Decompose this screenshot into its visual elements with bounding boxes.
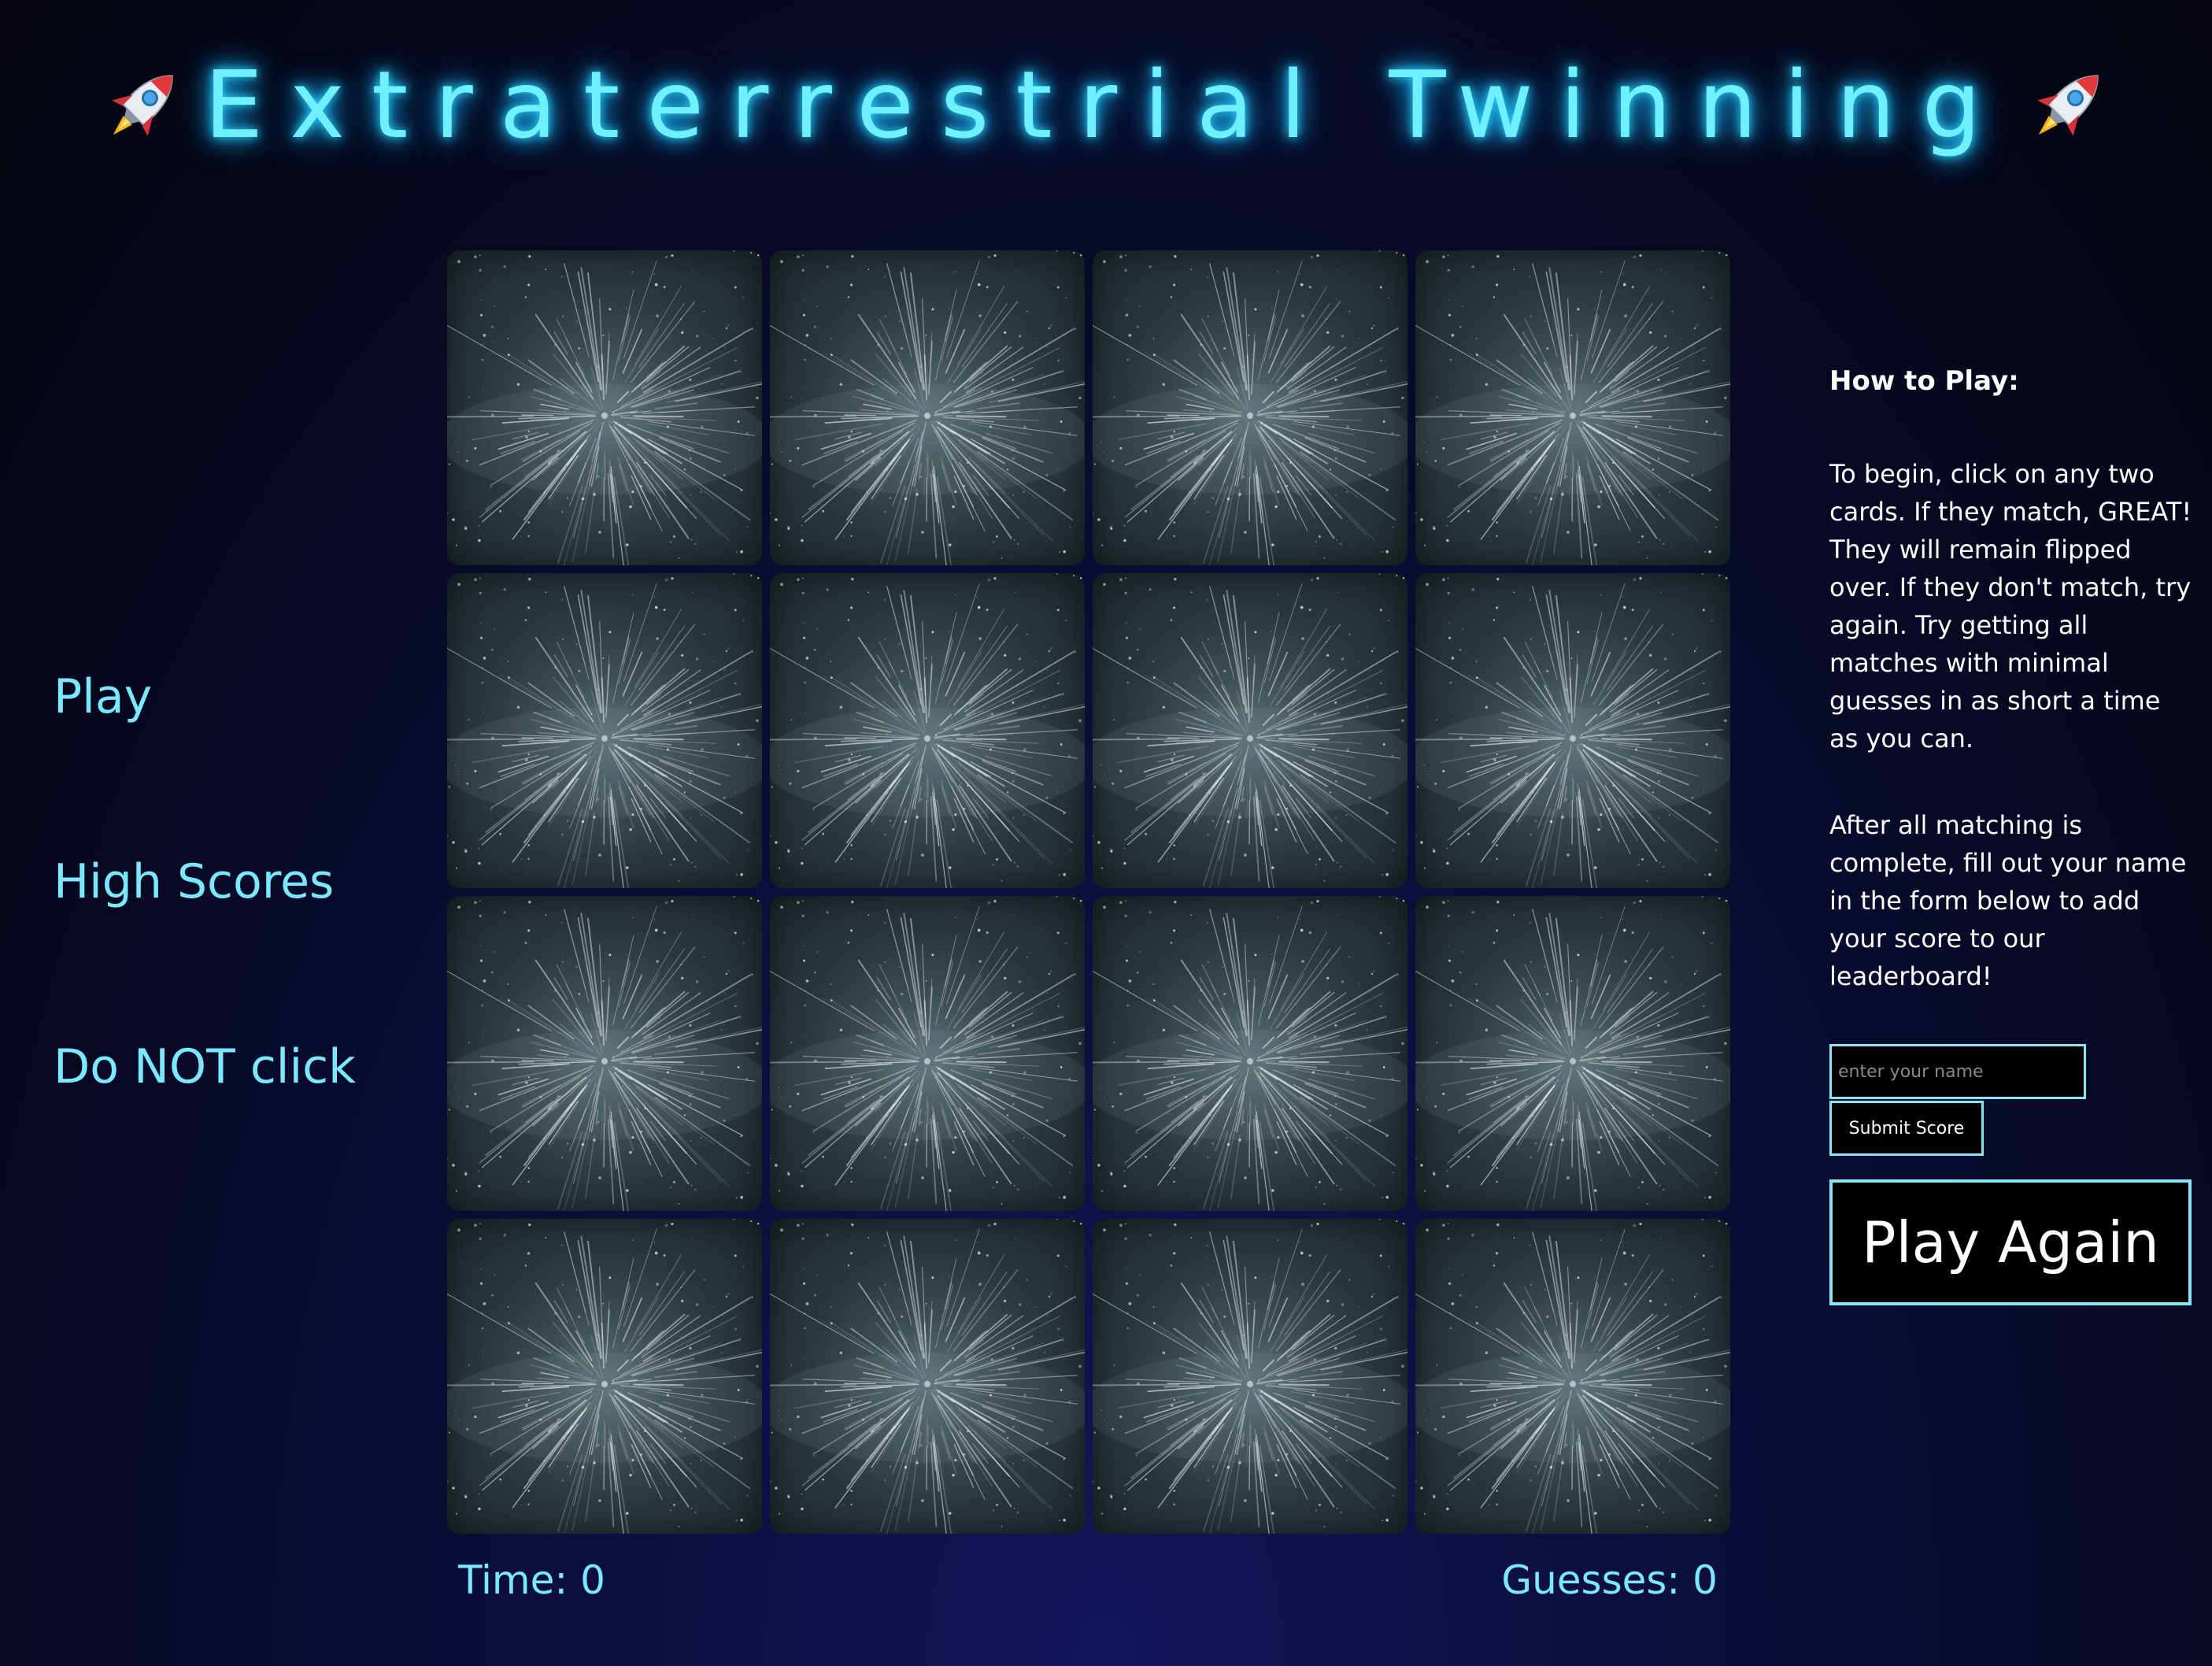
memory-card[interactable] xyxy=(770,573,1085,888)
play-again-button[interactable]: Play Again xyxy=(1829,1179,2192,1305)
instructions-paragraph-2: After all matching is complete, fill out… xyxy=(1829,810,2187,991)
rocket-icon xyxy=(2022,57,2116,152)
memory-card[interactable] xyxy=(770,250,1085,565)
rocket-icon xyxy=(96,57,190,152)
memory-card[interactable] xyxy=(1093,250,1407,565)
page-title: Extraterrestrial Twinning xyxy=(204,50,2008,159)
instructions-paragraph-1: To begin, click on any two cards. If the… xyxy=(1829,459,2192,753)
memory-card[interactable] xyxy=(1415,250,1730,565)
card-back-starfield xyxy=(770,250,1085,565)
memory-card[interactable] xyxy=(1093,896,1407,1211)
memory-card[interactable] xyxy=(447,573,762,888)
card-back-starfield xyxy=(1093,1219,1407,1534)
nav-do-not-click-link[interactable]: Do NOT click xyxy=(54,1039,356,1094)
card-back-starfield xyxy=(1415,1219,1730,1534)
memory-card[interactable] xyxy=(447,896,762,1211)
card-back-starfield xyxy=(1415,896,1730,1211)
card-back-starfield xyxy=(1415,250,1730,565)
card-back-starfield xyxy=(1415,573,1730,888)
card-back-starfield xyxy=(447,1219,762,1534)
instructions-panel: How to Play: To begin, click on any two … xyxy=(1829,362,2193,1305)
card-back-starfield xyxy=(447,573,762,888)
card-back-starfield xyxy=(447,250,762,565)
nav-high-scores-link[interactable]: High Scores xyxy=(54,854,334,909)
memory-card[interactable] xyxy=(447,250,762,565)
guesses-counter: Guesses: 0 xyxy=(1501,1557,1718,1603)
nav-play-link[interactable]: Play xyxy=(54,669,152,724)
how-to-play-heading: How to Play: xyxy=(1829,365,2019,397)
memory-card[interactable] xyxy=(1415,1219,1730,1534)
memory-card[interactable] xyxy=(1415,573,1730,888)
card-back-starfield xyxy=(770,573,1085,888)
name-input[interactable] xyxy=(1829,1044,2086,1099)
card-back-starfield xyxy=(1093,896,1407,1211)
card-back-starfield xyxy=(770,896,1085,1211)
card-back-starfield xyxy=(770,1219,1085,1534)
memory-card[interactable] xyxy=(447,1219,762,1534)
memory-card[interactable] xyxy=(770,896,1085,1211)
memory-card[interactable] xyxy=(770,1219,1085,1534)
memory-card[interactable] xyxy=(1093,573,1407,888)
memory-card[interactable] xyxy=(1093,1219,1407,1534)
title-bar: Extraterrestrial Twinning xyxy=(0,38,2212,172)
memory-card[interactable] xyxy=(1415,896,1730,1211)
time-counter: Time: 0 xyxy=(458,1557,605,1603)
submit-score-button[interactable]: Submit Score xyxy=(1829,1101,1984,1156)
card-back-starfield xyxy=(1093,250,1407,565)
card-back-starfield xyxy=(1093,573,1407,888)
card-board xyxy=(447,250,1730,1534)
card-back-starfield xyxy=(447,896,762,1211)
